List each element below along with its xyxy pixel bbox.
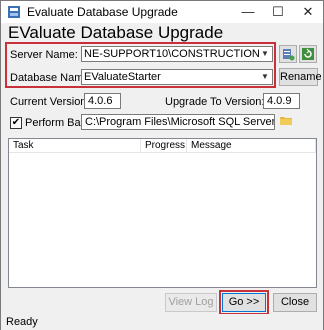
column-header-progress[interactable]: Progress: [141, 139, 187, 153]
upgrade-version-label: Upgrade To Version:: [165, 96, 265, 108]
server-name-value: NE-SUPPORT10\CONSTRUCTION: [84, 48, 260, 60]
close-button[interactable]: Close: [273, 293, 317, 312]
database-name-value: EValuateStarter: [84, 71, 161, 83]
maximize-button[interactable]: ☐: [263, 1, 293, 23]
perform-backup-checkbox[interactable]: ✔: [10, 117, 22, 129]
chevron-down-icon[interactable]: ▼: [258, 70, 272, 84]
current-version-label: Current Version:: [10, 96, 90, 108]
status-text: Ready: [6, 316, 38, 328]
database-upgrade-icon: [7, 5, 21, 19]
current-version-field: 4.0.6: [84, 93, 121, 109]
rename-button[interactable]: Rename: [279, 68, 322, 86]
database-name-combo[interactable]: EValuateStarter ▼: [81, 69, 273, 85]
view-log-button[interactable]: View Log: [165, 293, 217, 312]
close-window-button[interactable]: ✕: [293, 1, 323, 23]
browse-folder-button[interactable]: [279, 113, 293, 129]
folder-icon: [279, 117, 293, 130]
server-name-combo[interactable]: NE-SUPPORT10\CONSTRUCTION ▼: [81, 46, 273, 62]
column-header-message[interactable]: Message: [187, 139, 316, 153]
status-bar: Ready: [1, 314, 323, 330]
backup-path-value: C:\Program Files\Microsoft SQL Server\MS…: [85, 116, 275, 128]
current-version-value: 4.0.6: [88, 95, 113, 107]
title-bar: Evaluate Database Upgrade — ☐ ✕: [1, 1, 323, 23]
refresh-icon: [301, 48, 315, 64]
task-log-list[interactable]: Task Progress Message: [8, 138, 317, 288]
column-header-task[interactable]: Task: [9, 139, 141, 153]
refresh-button[interactable]: [299, 45, 317, 63]
server-connect-button[interactable]: [279, 45, 297, 63]
backup-path-field[interactable]: C:\Program Files\Microsoft SQL Server\MS…: [81, 114, 275, 130]
minimize-button[interactable]: —: [233, 1, 263, 23]
upgrade-version-field: 4.0.9: [263, 93, 300, 109]
window-title: Evaluate Database Upgrade: [27, 5, 178, 19]
app-window: Evaluate Database Upgrade — ☐ ✕ EValuate…: [0, 0, 324, 330]
server-name-label: Server Name:: [10, 49, 78, 61]
upgrade-version-value: 4.0.9: [267, 95, 292, 107]
go-button[interactable]: Go >>: [222, 293, 266, 312]
page-heading: EValuate Database Upgrade: [8, 23, 224, 42]
chevron-down-icon[interactable]: ▼: [258, 47, 272, 61]
server-connect-icon: [281, 49, 295, 64]
